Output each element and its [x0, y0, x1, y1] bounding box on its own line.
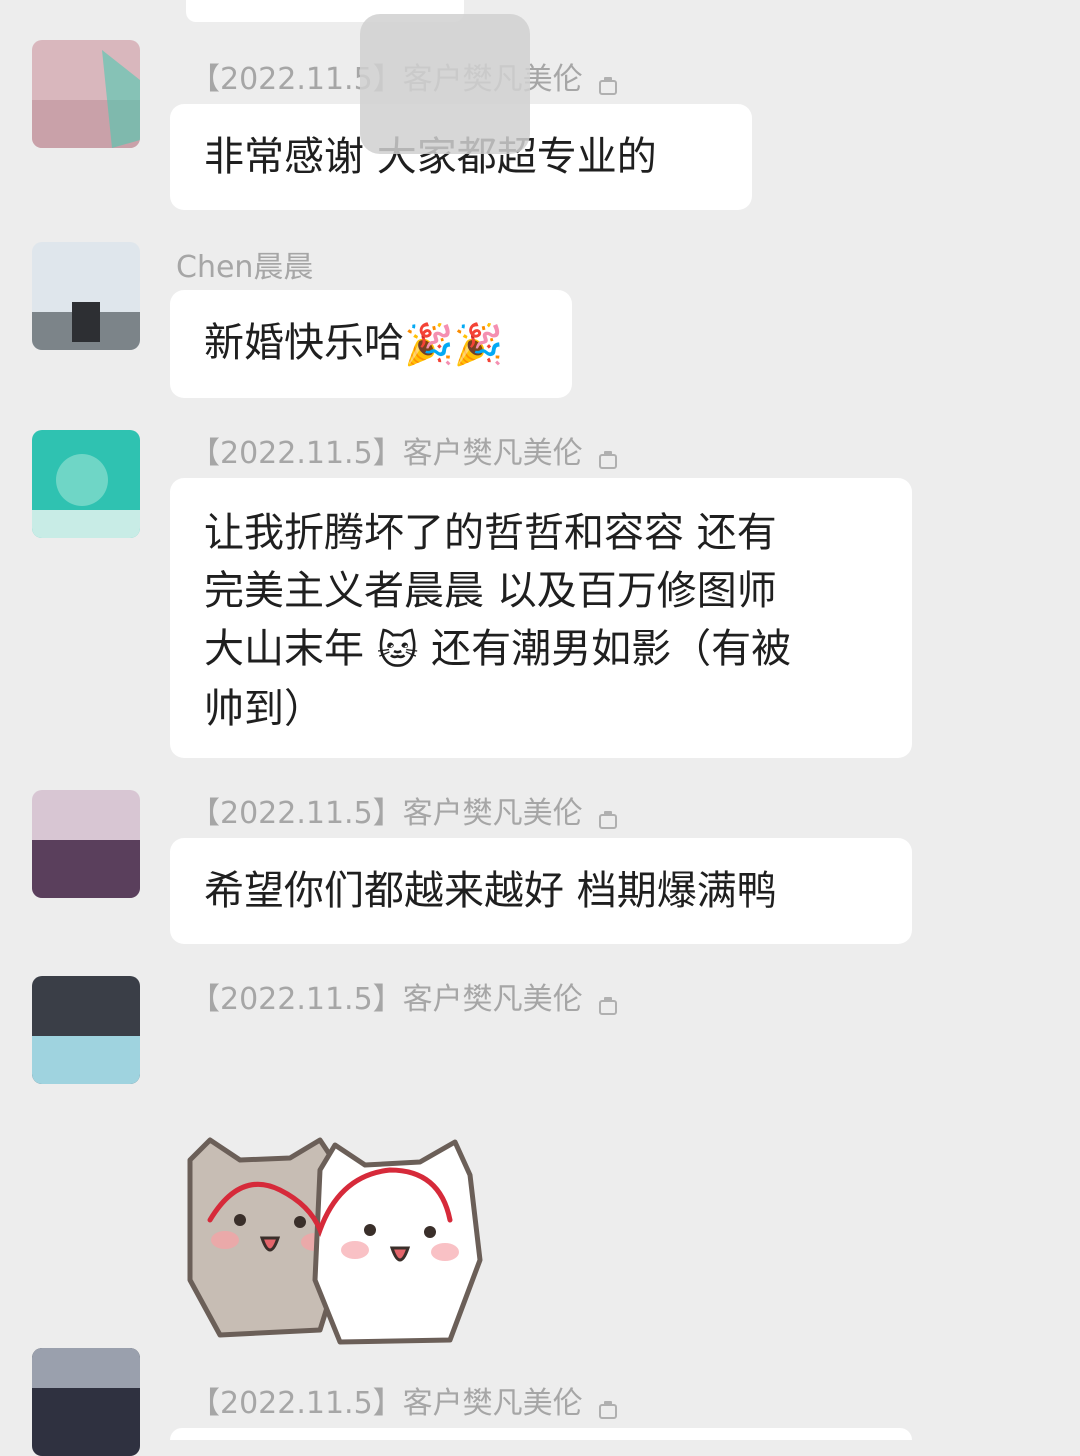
- wechat-business-icon: [597, 68, 619, 95]
- message-bubble[interactable]: 新婚快乐哈🎉🎉: [170, 290, 572, 398]
- chat-history: 【2022.11.5】客户樊凡美伦 非常感谢 大家都超专业的 Chen晨晨 新婚…: [0, 0, 1080, 1456]
- message-text-line: 帅到）: [204, 686, 324, 732]
- avatar[interactable]: [32, 40, 140, 148]
- message-bubble[interactable]: 让我折腾坏了的哲哲和容容 还有 完美主义者晨晨 以及百万修图师 大山末年 🐱 还…: [170, 478, 912, 758]
- sender-name: 【2022.11.5】客户樊凡美伦: [190, 434, 619, 474]
- wechat-business-icon: [597, 1392, 619, 1419]
- sender-name: Chen晨晨: [176, 250, 314, 285]
- wechat-business-icon: [597, 442, 619, 469]
- message-text-line: 完美主义者晨晨 以及百万修图师: [204, 568, 777, 614]
- avatar[interactable]: [32, 242, 140, 350]
- message-text: 希望你们都越来越好 档期爆满鸭: [204, 868, 777, 914]
- avatar[interactable]: [32, 976, 140, 1084]
- sender-name: 【2022.11.5】客户樊凡美伦: [190, 794, 619, 834]
- wechat-business-icon: [597, 802, 619, 829]
- sender-name: 【2022.11.5】客户樊凡美伦: [190, 980, 619, 1020]
- sender-name: 【2022.11.5】客户樊凡美伦: [190, 1384, 619, 1424]
- message-text-line: 让我折腾坏了的哲哲和容容 还有: [204, 510, 777, 556]
- party-popper-emoji: 🎉: [453, 322, 504, 368]
- party-popper-emoji: 🎉: [404, 322, 454, 368]
- message-bubble[interactable]: 希望你们都越来越好 档期爆满鸭: [170, 838, 912, 944]
- previous-message-bubble-fragment: [186, 0, 464, 22]
- message-text: 新婚快乐哈: [204, 320, 404, 366]
- sender-name: 【2022.11.5】客户樊凡美伦: [190, 60, 619, 100]
- wechat-business-icon: [597, 988, 619, 1015]
- message-text: 非常感谢 大家都超专业的: [204, 134, 657, 180]
- cat-emoji: 🐱: [376, 628, 419, 674]
- two-cats-sticker[interactable]: [170, 1130, 500, 1350]
- avatar[interactable]: [32, 790, 140, 898]
- message-bubble-fragment: [170, 1428, 912, 1440]
- message-bubble[interactable]: 非常感谢 大家都超专业的: [170, 104, 752, 210]
- message-text-line: 大山末年 🐱 还有潮男如影（有被: [204, 620, 878, 680]
- avatar[interactable]: [32, 430, 140, 538]
